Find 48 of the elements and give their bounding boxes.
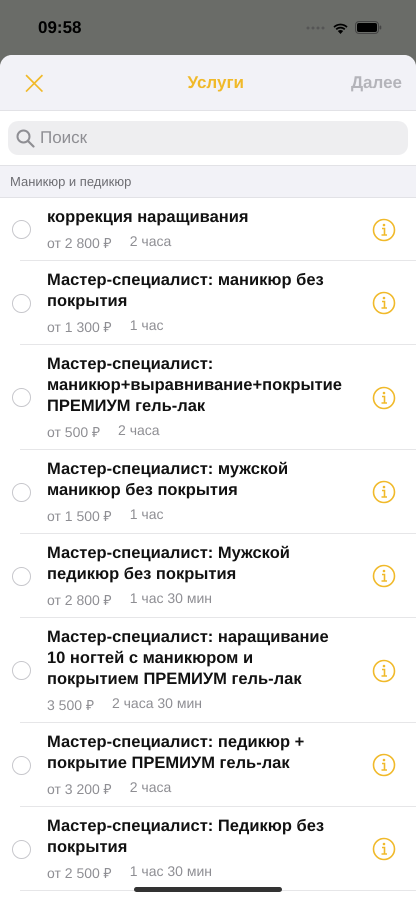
service-duration: 1 час 30 мин [130,590,212,608]
service-name: Мастер-специалист: мужской маникюр без покрытия [47,459,290,501]
battery-icon [355,21,382,34]
service-price: от 2 500 ₽ [47,864,112,882]
service-name: Мастер-специалист: наращивание 10 ногтей с маникюром и покрытием ПРЕМИУМ гель-лак [47,627,330,690]
service-name: Мастер-специалист: Педикюр без покрытия [47,816,326,858]
radio-button[interactable] [12,482,31,502]
service-duration: 2 часа [130,233,172,251]
info-icon[interactable] [372,837,396,861]
service-name: Мастер-специалист: педикюр + покрытие ПРЕМИУМ гель-лак [47,732,306,774]
screen-title: Услуги [187,72,244,92]
service-duration: 1 час [130,317,164,335]
info-icon[interactable] [372,291,396,315]
service-duration: 2 часа 30 мин [112,695,202,713]
service-price: от 3 200 ₽ [47,780,112,798]
service-price: 3 500 ₽ [47,696,94,714]
radio-button[interactable] [12,566,31,586]
info-icon[interactable] [372,753,396,777]
info-icon[interactable] [372,218,396,242]
service-duration: 1 час 30 мин [130,863,212,881]
radio-button[interactable] [12,840,31,858]
service-name: Мастер-специалист: маникюр без покрытия [47,270,325,312]
close-button[interactable]: × [18,66,50,100]
radio-button[interactable] [12,388,31,407]
service-price: от 1 300 ₽ [47,318,112,336]
radio-button[interactable] [12,661,31,680]
service-name: Мастер-специалист: Мужской педикюр без покрытия [47,543,291,585]
radio-button[interactable] [12,220,31,239]
info-icon[interactable] [372,658,396,682]
section-header: Маникюр и педикюр [0,165,416,198]
info-icon[interactable] [372,564,396,588]
radio-button[interactable] [12,756,31,774]
service-price: от 2 800 ₽ [47,234,112,252]
service-price: от 1 500 ₽ [47,507,112,525]
wifi-icon [332,22,349,34]
service-price: от 500 ₽ [47,423,100,441]
info-icon[interactable] [372,386,396,410]
service-duration: 2 часа [118,422,160,440]
radio-button[interactable] [12,294,31,312]
service-duration: 2 часа [130,779,172,797]
info-icon[interactable] [372,480,396,504]
status-time: 09:58 [38,18,82,38]
service-name: коррекция наращивания [47,207,250,228]
service-name: Мастер-специалист: маникюр+выравнивание+покрытие ПРЕМИУМ гель-лак [47,354,343,417]
search-field[interactable]: Поиск [8,121,408,155]
service-price: от 2 800 ₽ [47,591,112,609]
search-icon [16,129,35,148]
service-duration: 1 час [130,506,164,524]
